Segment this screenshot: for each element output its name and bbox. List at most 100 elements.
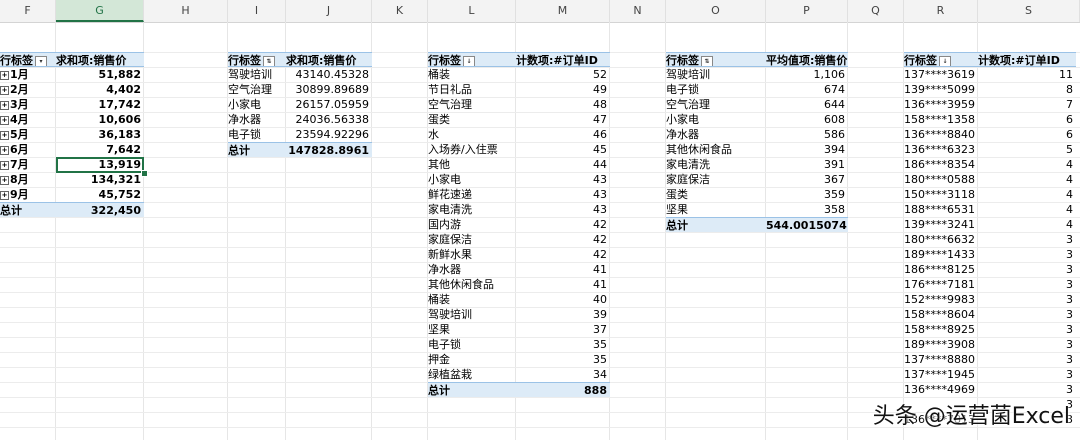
pivot-row-value[interactable]: 359 [766,187,848,202]
pivot-row-value[interactable]: 45 [516,142,610,157]
pivot-row-label[interactable]: 坚果 [428,322,516,337]
pivot-row-label[interactable]: 150****3118 [904,187,978,202]
pivot-row-label[interactable]: 176****7181 [904,277,978,292]
pivot-row-label[interactable]: 桶装 [428,67,516,82]
pivot-row-label[interactable]: 净水器 [228,112,286,127]
pivot-row-label[interactable]: 152****9983 [904,292,978,307]
pivot-grand-total-value[interactable]: 544.0015074 [766,217,848,232]
pivot-row-label[interactable]: 净水器 [428,262,516,277]
pivot-row-value[interactable]: 45,752 [56,187,144,202]
pivot-value-field-header[interactable]: 平均值项:销售价 [766,52,848,67]
pivot-row-value[interactable]: 134,321 [56,172,144,187]
pivot-header-label[interactable]: 行标签 ↓ [904,52,978,67]
column-header-l[interactable]: L [428,0,516,22]
pivot-row-value[interactable]: 49 [516,82,610,97]
pivot-row-value[interactable]: 4 [978,202,1076,217]
pivot-row-value[interactable]: 42 [516,232,610,247]
column-header-j[interactable]: J [286,0,372,22]
expand-icon[interactable]: + [0,85,9,95]
pivot-row-value[interactable]: 3 [978,367,1076,382]
fill-handle[interactable] [141,170,148,177]
column-header-n[interactable]: N [610,0,666,22]
pivot-row-value[interactable]: 608 [766,112,848,127]
pivot-row-value[interactable]: 42 [516,217,610,232]
pivot-row-label[interactable]: 137****8880 [904,352,978,367]
pivot-row-value[interactable]: 41 [516,277,610,292]
active-cell-selection[interactable] [56,157,144,173]
pivot-row-label[interactable]: 136****8840 [904,127,978,142]
pivot-row-label[interactable]: +8月 [0,172,56,187]
pivot-row-value[interactable]: 17,742 [56,97,144,112]
pivot-row-label[interactable]: +7月 [0,157,56,172]
pivot-row-value[interactable]: 43 [516,187,610,202]
expand-icon[interactable]: + [0,145,9,155]
pivot-row-label[interactable]: 其他休闲食品 [428,277,516,292]
pivot-row-value[interactable]: 394 [766,142,848,157]
pivot-row-label[interactable]: 其他 [428,157,516,172]
filter-dropdown-icon[interactable]: ⇅ [701,55,713,66]
expand-icon[interactable]: + [0,115,9,125]
pivot-row-label[interactable]: 小家电 [228,97,286,112]
pivot-value-field-header[interactable]: 计数项:#订单ID [516,52,610,67]
pivot-row-value[interactable]: 3 [978,352,1076,367]
pivot-row-label[interactable]: 小家电 [666,112,766,127]
filter-dropdown-icon[interactable]: ▾ [35,55,47,66]
column-header-m[interactable]: M [516,0,610,22]
pivot-row-value[interactable]: 8 [978,82,1076,97]
pivot-row-value[interactable]: 48 [516,97,610,112]
pivot-row-value[interactable]: 367 [766,172,848,187]
pivot-row-value[interactable]: 30899.89689 [286,82,372,97]
pivot-grand-total-label[interactable]: 总计 [428,382,516,397]
expand-icon[interactable]: + [0,70,9,80]
pivot-value-field-header[interactable]: 计数项:#订单ID [978,52,1076,67]
pivot-row-label[interactable]: 189****3908 [904,337,978,352]
pivot-row-value[interactable]: 6 [978,127,1076,142]
pivot-row-label[interactable]: 新鲜水果 [428,247,516,262]
pivot-row-label[interactable]: 139****5099 [904,82,978,97]
pivot-row-label[interactable]: 鲜花速递 [428,187,516,202]
pivot-row-value[interactable]: 3 [978,292,1076,307]
pivot-row-label[interactable]: 139****3241 [904,217,978,232]
pivot-row-value[interactable]: 23594.92296 [286,127,372,142]
pivot-row-value[interactable]: 4 [978,157,1076,172]
pivot-grand-total-label[interactable]: 总计 [0,202,56,217]
pivot-row-label[interactable]: 坚果 [666,202,766,217]
pivot-row-label[interactable]: 137****3619 [904,67,978,82]
pivot-row-value[interactable]: 37 [516,322,610,337]
pivot-row-label[interactable]: 蛋类 [428,112,516,127]
pivot-value-field-header[interactable]: 求和项:销售价 [56,52,144,67]
column-header-q[interactable]: Q [848,0,904,22]
pivot-row-label[interactable]: 驾驶培训 [228,67,286,82]
pivot-row-label[interactable]: 家庭保洁 [428,232,516,247]
pivot-row-value[interactable]: 34 [516,367,610,382]
column-header-k[interactable]: K [372,0,428,22]
pivot-grand-total-label[interactable]: 总计 [666,217,766,232]
pivot-row-value[interactable]: 4 [978,172,1076,187]
pivot-row-value[interactable]: 35 [516,352,610,367]
pivot-row-label[interactable]: 国内游 [428,217,516,232]
pivot-row-label[interactable]: 186****8354 [904,157,978,172]
pivot-row-label[interactable]: 136****6323 [904,142,978,157]
pivot-row-value[interactable]: 7 [978,97,1076,112]
pivot-row-label[interactable]: +6月 [0,142,56,157]
pivot-row-label[interactable]: 家庭保洁 [666,172,766,187]
pivot-row-label[interactable]: 158****8604 [904,307,978,322]
pivot-row-value[interactable]: 42 [516,247,610,262]
pivot-header-label[interactable]: 行标签 ↓ [428,52,516,67]
column-header-p[interactable]: P [766,0,848,22]
pivot-row-label[interactable]: +1月 [0,67,56,82]
expand-icon[interactable]: + [0,190,9,200]
pivot-row-value[interactable]: 41 [516,262,610,277]
pivot-row-value[interactable]: 51,882 [56,67,144,82]
pivot-row-value[interactable]: 39 [516,307,610,322]
pivot-row-label[interactable]: 空气治理 [428,97,516,112]
pivot-row-value[interactable]: 43 [516,172,610,187]
pivot-row-value[interactable]: 3 [978,337,1076,352]
pivot-row-value[interactable]: 391 [766,157,848,172]
pivot-row-value[interactable]: 26157.05959 [286,97,372,112]
pivot-row-value[interactable]: 6 [978,112,1076,127]
pivot-row-label[interactable]: 家电清洗 [666,157,766,172]
pivot-row-label[interactable]: 136****4969 [904,382,978,397]
pivot-grand-total-value[interactable]: 322,450 [56,202,144,217]
pivot-row-label[interactable]: 桶装 [428,292,516,307]
